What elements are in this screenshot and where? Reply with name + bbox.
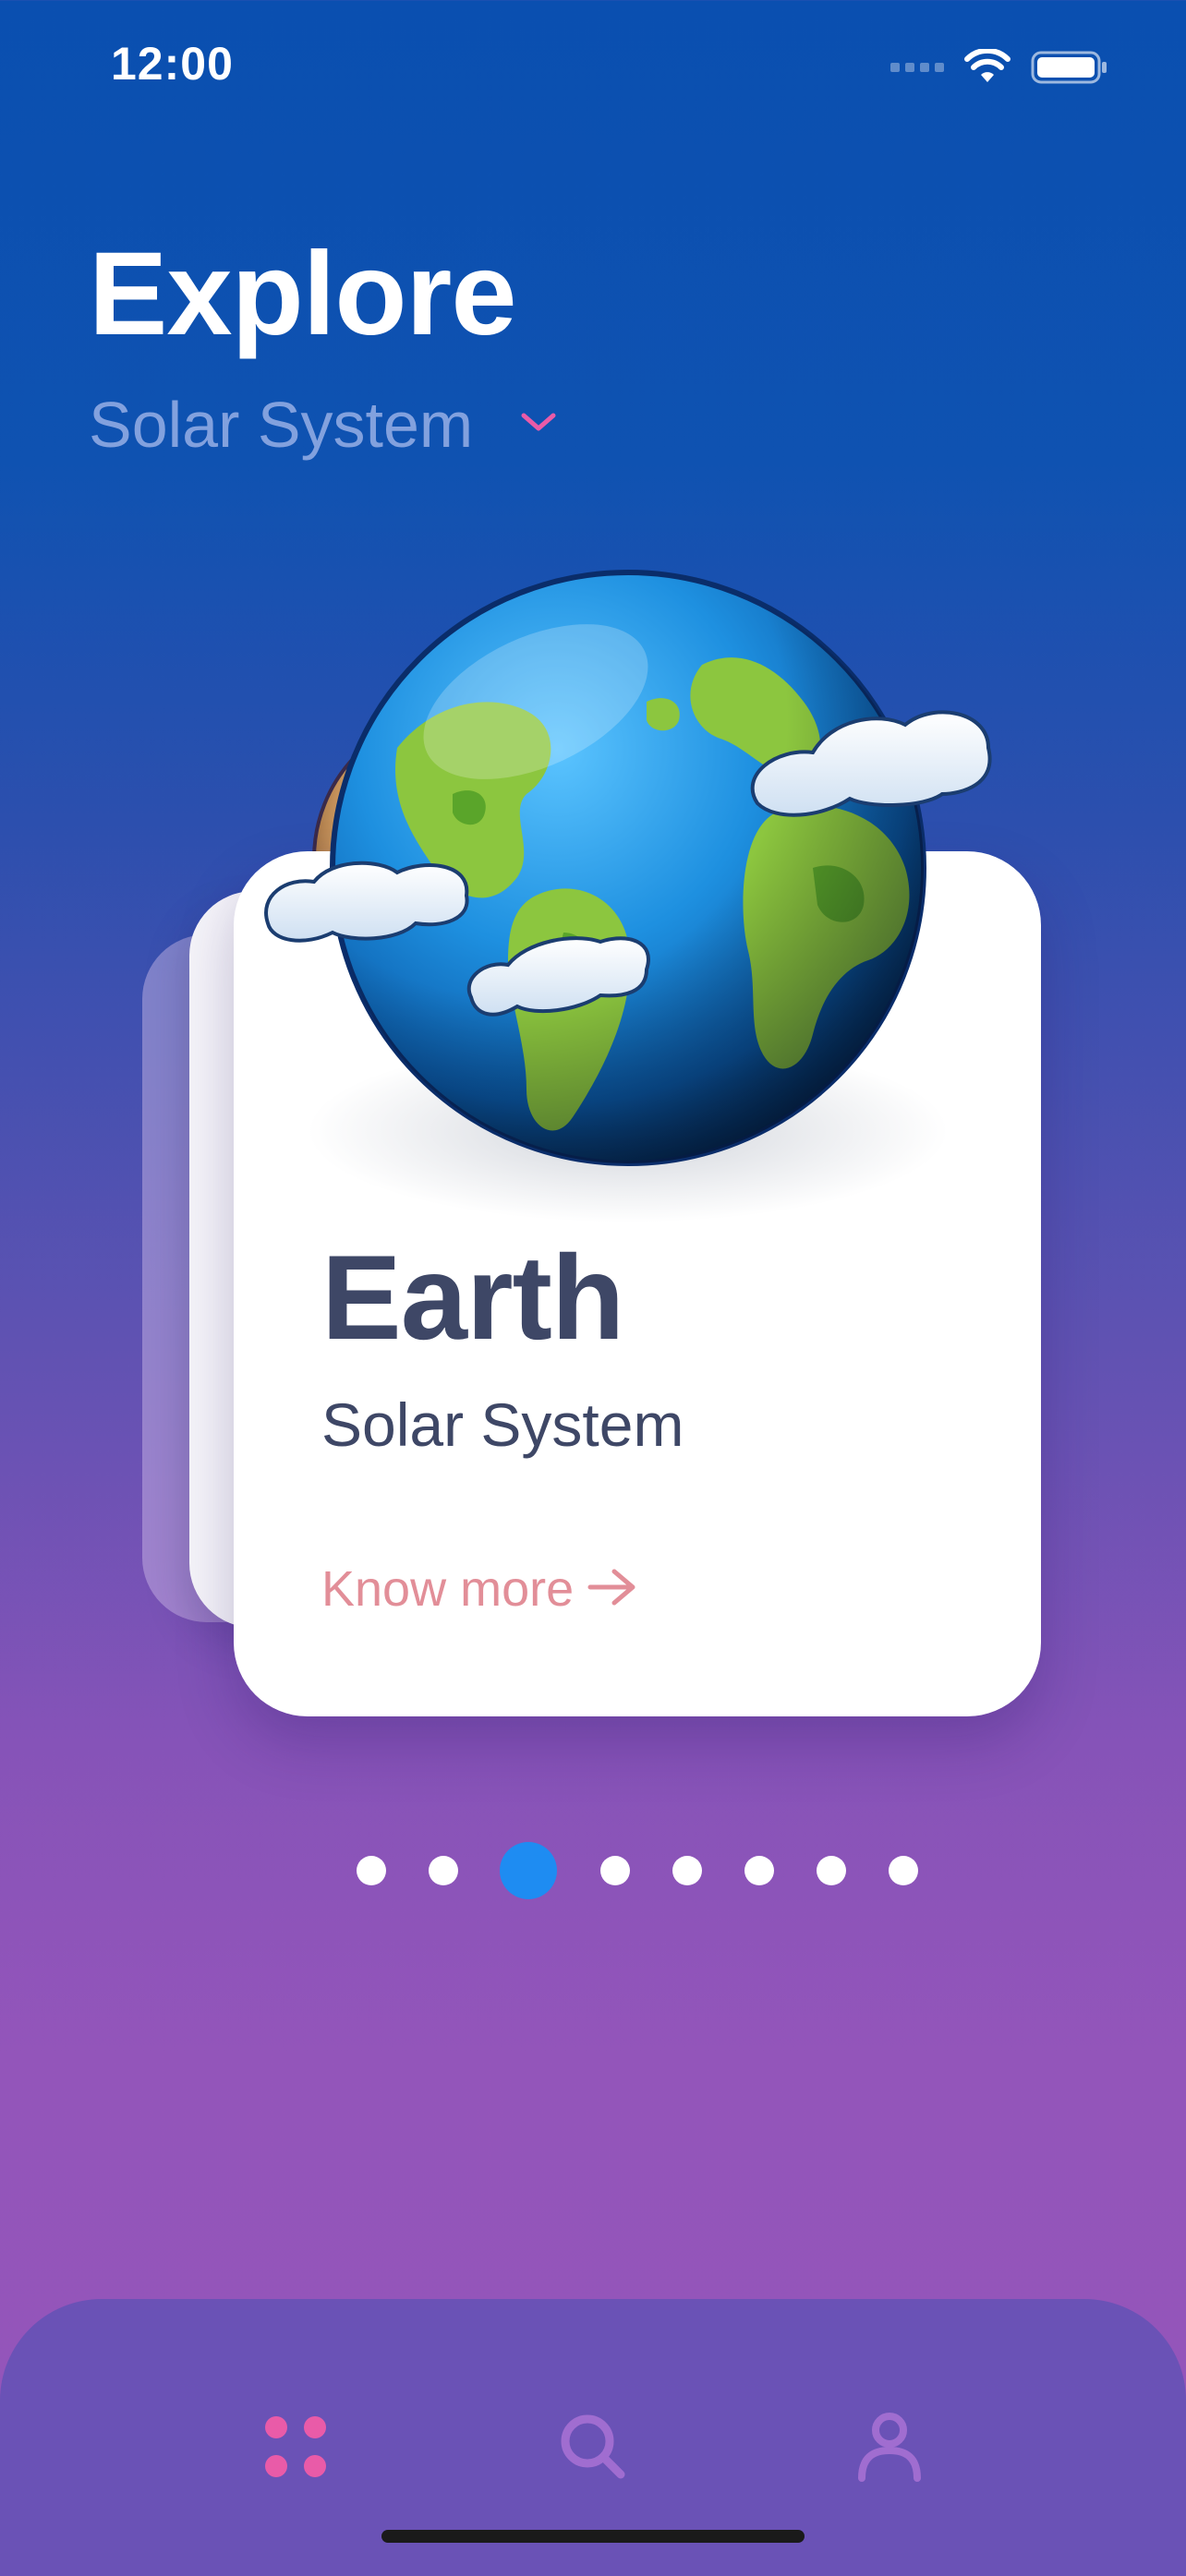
status-bar: 12:00 <box>0 0 1186 138</box>
pager-dot[interactable] <box>889 1856 918 1885</box>
category-label: Solar System <box>89 389 474 461</box>
category-dropdown[interactable]: Solar System <box>89 388 558 462</box>
pager-dot[interactable] <box>429 1856 458 1885</box>
planet-name: Earth <box>321 1230 624 1365</box>
page-title: Explore <box>89 228 516 360</box>
home-indicator <box>381 2530 805 2543</box>
cellular-signal-icon <box>890 63 944 72</box>
status-icons <box>890 44 1108 90</box>
chevron-down-icon <box>519 411 558 439</box>
pager-dot[interactable] <box>600 1856 630 1885</box>
search-icon <box>561 2414 625 2479</box>
profile-icon <box>858 2413 921 2482</box>
grid-dots-icon <box>265 2416 326 2477</box>
pager-dot[interactable] <box>672 1856 702 1885</box>
earth-illustration <box>264 570 992 1166</box>
pager-dot[interactable] <box>357 1856 386 1885</box>
pager <box>0 1842 1186 1899</box>
tab-search[interactable] <box>547 2401 639 2493</box>
planet-system: Solar System <box>321 1390 684 1459</box>
pager-dot[interactable] <box>817 1856 846 1885</box>
tab-home[interactable] <box>249 2401 342 2493</box>
status-time: 12:00 <box>111 38 234 90</box>
pager-dot-active[interactable] <box>500 1842 557 1899</box>
battery-icon <box>1031 51 1107 84</box>
know-more-link[interactable]: Know more <box>321 1560 638 1618</box>
arrow-right-icon <box>587 1566 638 1613</box>
know-more-label: Know more <box>321 1561 575 1617</box>
wifi-icon <box>964 49 1011 82</box>
pager-dot[interactable] <box>744 1856 774 1885</box>
tab-profile[interactable] <box>843 2401 936 2493</box>
